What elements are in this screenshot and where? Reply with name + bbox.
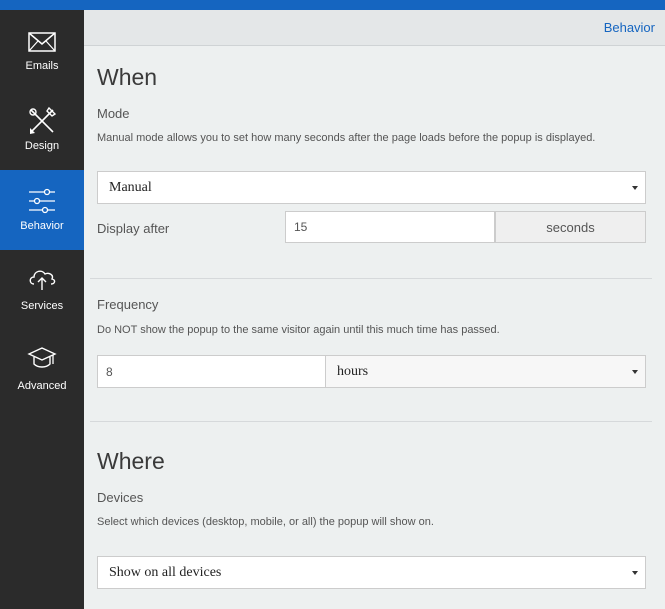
mode-select[interactable]: Manual: [97, 171, 646, 204]
mode-label: Mode: [97, 106, 130, 121]
frequency-unit-select[interactable]: hours: [325, 355, 646, 388]
frequency-label: Frequency: [97, 297, 159, 312]
divider: [90, 278, 652, 279]
devices-select-value: Show on all devices: [109, 565, 222, 580]
section-heading-where: Where: [97, 448, 165, 474]
sliders-icon: [29, 188, 55, 214]
cloud-upload-icon: [29, 270, 56, 290]
chevron-down-icon: [632, 186, 638, 190]
devices-select[interactable]: Show on all devices: [97, 556, 646, 589]
section-heading-when: When: [97, 64, 158, 90]
top-accent-bar: [0, 0, 665, 10]
divider: [90, 421, 652, 422]
chevron-down-icon: [632, 370, 638, 374]
breadcrumb[interactable]: Behavior: [604, 20, 655, 35]
frequency-unit-value: hours: [337, 364, 369, 379]
display-after-unit: seconds: [495, 211, 646, 243]
brush-icon: [29, 106, 57, 134]
sidebar-item-design[interactable]: Design: [0, 90, 84, 170]
sidebar-item-label: Services: [20, 300, 64, 312]
display-after-input[interactable]: [285, 211, 495, 243]
sidebar-item-label: Emails: [25, 60, 59, 72]
sidebar-item-label: Advanced: [17, 380, 67, 392]
sidebar-item-label: Behavior: [20, 220, 64, 232]
sidebar-item-services[interactable]: Services: [0, 250, 84, 330]
sidebar: Emails Design Behavior Services Advanced: [0, 10, 84, 609]
sidebar-item-behavior[interactable]: Behavior: [0, 170, 84, 250]
page-header: Behavior: [84, 10, 665, 46]
sidebar-item-label: Design: [24, 140, 60, 152]
frequency-description: Do NOT show the popup to the same visito…: [97, 324, 500, 336]
display-after-label: Display after: [97, 221, 170, 236]
scrollbar[interactable]: [658, 46, 665, 609]
envelope-icon: [28, 32, 56, 52]
chevron-down-icon: [632, 571, 638, 575]
sidebar-item-advanced[interactable]: Advanced: [0, 330, 84, 410]
mode-select-value: Manual: [109, 180, 152, 195]
sidebar-item-emails[interactable]: Emails: [0, 10, 84, 90]
devices-label: Devices: [97, 490, 144, 505]
frequency-input[interactable]: [97, 355, 326, 388]
graduation-cap-icon: [27, 347, 57, 368]
mode-description: Manual mode allows you to set how many s…: [97, 132, 596, 144]
devices-description: Select which devices (desktop, mobile, o…: [97, 516, 434, 528]
